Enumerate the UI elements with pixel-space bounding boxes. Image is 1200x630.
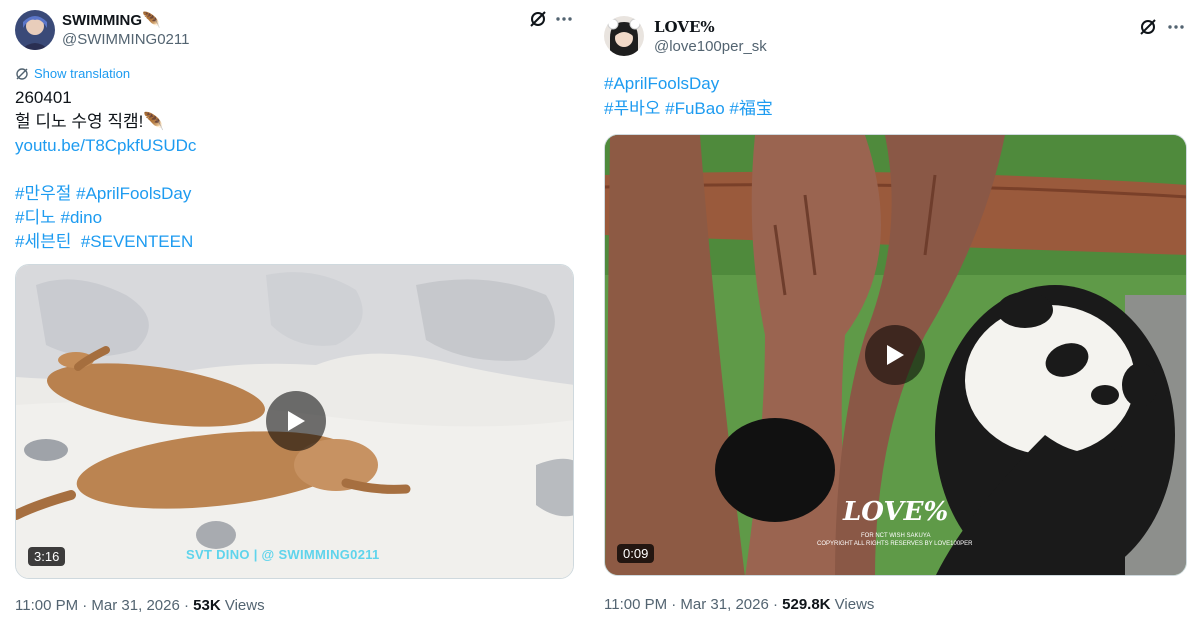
tweet-meta: 11:00 PM · Mar 31, 2026 · 529.8K Views bbox=[604, 596, 874, 613]
display-name[interactable]: SWIMMING🪶 bbox=[62, 11, 161, 29]
tweet-text-line: 헐 디노 수영 직캠!🪶 bbox=[15, 112, 165, 131]
display-name[interactable]: LOVE% bbox=[654, 18, 715, 36]
grok-icon[interactable] bbox=[528, 9, 548, 29]
hashtag[interactable]: #푸바오 bbox=[604, 99, 660, 118]
timestamp[interactable]: 11:00 PM · Mar 31, 2026 · bbox=[604, 596, 782, 613]
tweet-link[interactable]: youtu.be/T8CpkfUSUDc bbox=[15, 134, 196, 158]
hashtag[interactable]: #디노 bbox=[15, 208, 56, 227]
hashtag[interactable]: #만우절 bbox=[15, 184, 71, 203]
video-watermark: SVT DINO | @ SWIMMING0211 bbox=[186, 547, 380, 562]
show-translation-label: Show translation bbox=[34, 66, 131, 81]
tweet-meta: 11:00 PM · Mar 31, 2026 · 53K Views bbox=[15, 597, 265, 614]
video-watermark-subtitle: FOR NCT WISH SAKUYA bbox=[861, 533, 931, 539]
play-button[interactable] bbox=[865, 325, 925, 385]
more-horizontal-icon[interactable] bbox=[554, 9, 574, 29]
hashtag[interactable]: #dino bbox=[60, 208, 102, 227]
show-translation-button[interactable]: Show translation bbox=[15, 66, 130, 81]
hashtag[interactable]: #福宝 bbox=[729, 99, 772, 118]
hashtag[interactable]: #FuBao bbox=[665, 99, 725, 118]
tweet-text-line: 260401 bbox=[15, 88, 72, 107]
grok-icon[interactable] bbox=[1138, 17, 1158, 37]
timestamp[interactable]: 11:00 PM · Mar 31, 2026 · bbox=[15, 597, 193, 614]
play-icon bbox=[887, 345, 904, 365]
tweet-swimming[interactable]: SWIMMING🪶 @SWIMMING0211 Show translation… bbox=[0, 0, 590, 630]
avatar[interactable] bbox=[15, 10, 55, 50]
video-watermark-copyright: COPYRIGHT ALL RIGHTS RESERVES BY LOVE100… bbox=[817, 541, 973, 547]
hashtag[interactable]: #AprilFoolsDay bbox=[76, 184, 191, 203]
user-handle[interactable]: @SWIMMING0211 bbox=[62, 31, 189, 48]
tweet-love[interactable]: LOVE% @love100per_sk #AprilFoolsDay #푸바오… bbox=[590, 0, 1200, 630]
hashtag[interactable]: #SEVENTEEN bbox=[81, 232, 193, 251]
hashtag[interactable]: #AprilFoolsDay bbox=[604, 74, 719, 93]
user-handle[interactable]: @love100per_sk bbox=[654, 38, 767, 55]
hashtag[interactable]: #세븐틴 bbox=[15, 232, 71, 251]
views-count: 53K bbox=[193, 597, 221, 614]
views-label: Views bbox=[220, 597, 265, 614]
play-button[interactable] bbox=[266, 391, 326, 451]
avatar[interactable] bbox=[604, 16, 644, 56]
video-player[interactable]: LOVE% FOR NCT WISH SAKUYA COPYRIGHT ALL … bbox=[604, 134, 1187, 576]
video-watermark-logo: LOVE% bbox=[843, 497, 949, 527]
play-icon bbox=[288, 411, 305, 431]
views-label: Views bbox=[830, 596, 875, 613]
more-horizontal-icon[interactable] bbox=[1166, 17, 1186, 37]
video-player[interactable]: SVT DINO | @ SWIMMING0211 3:16 bbox=[15, 264, 574, 579]
video-duration: 3:16 bbox=[28, 547, 66, 566]
translate-icon bbox=[16, 67, 28, 80]
video-duration: 0:09 bbox=[617, 544, 655, 563]
views-count: 529.8K bbox=[782, 596, 831, 613]
